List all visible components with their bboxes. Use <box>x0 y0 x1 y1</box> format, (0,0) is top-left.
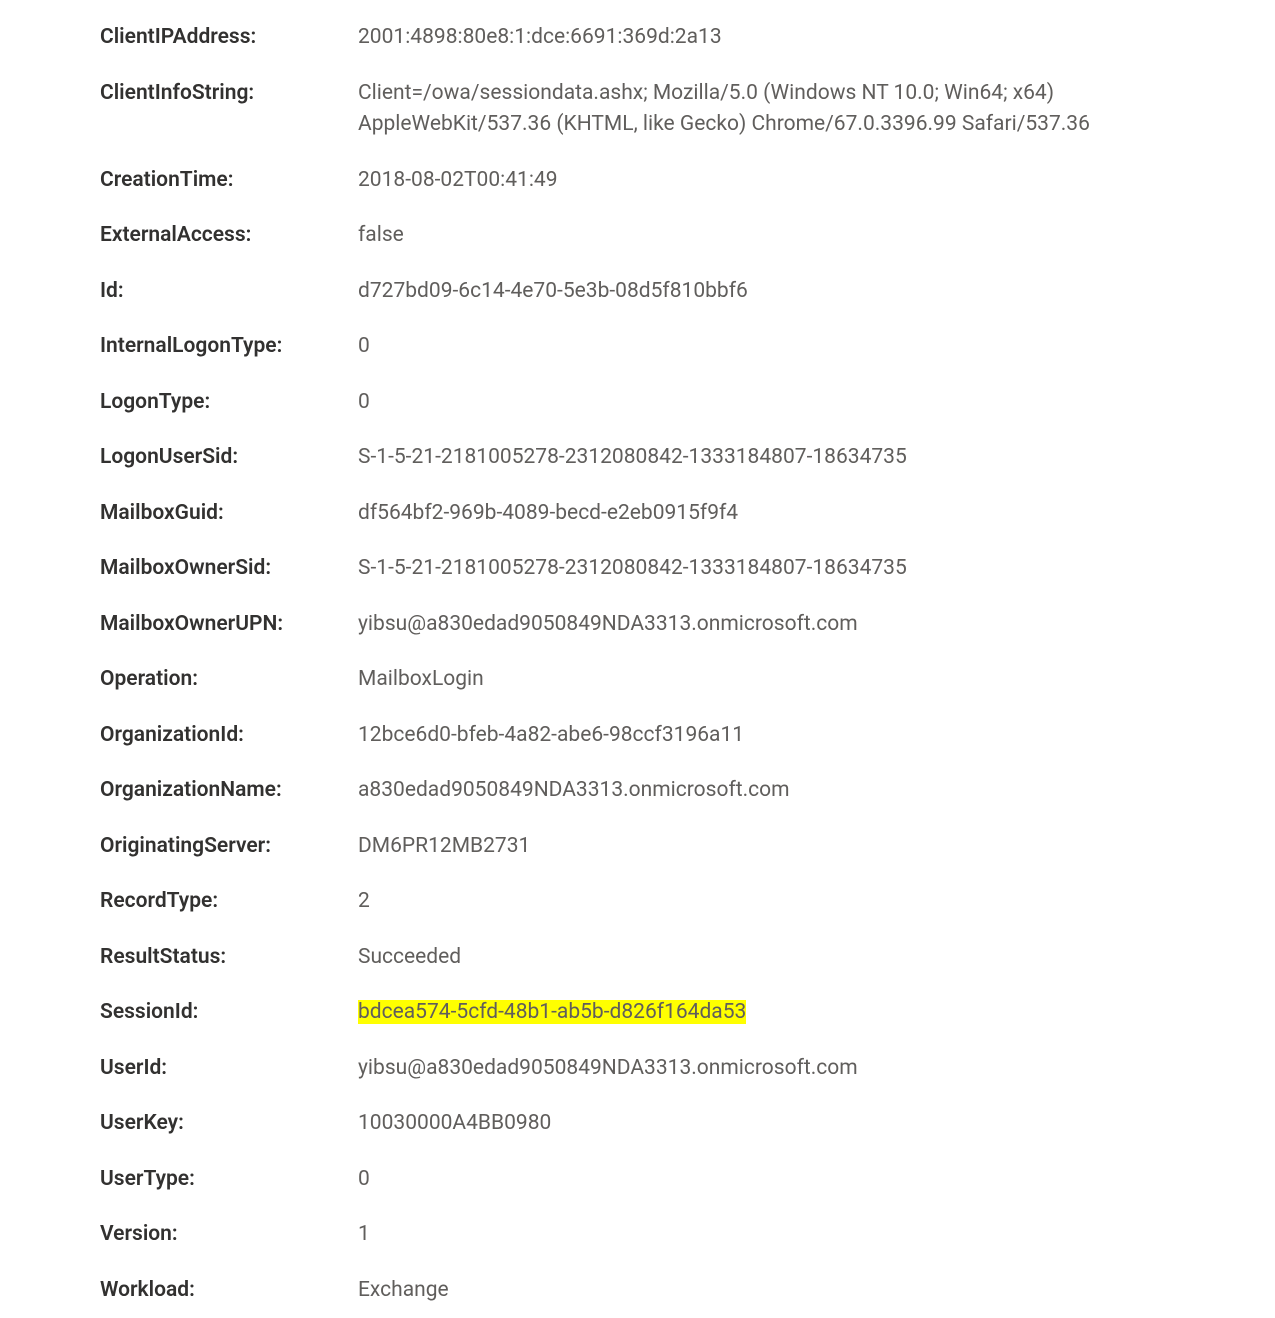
property-value: S-1-5-21-2181005278-2312080842-133318480… <box>358 553 1275 585</box>
property-value: 2001:4898:80e8:1:dce:6691:369d:2a13 <box>358 22 1275 54</box>
property-label: ClientInfoString: <box>100 78 358 108</box>
property-value: d727bd09-6c14-4e70-5e3b-08d5f810bbf6 <box>358 276 1275 308</box>
property-value: Succeeded <box>358 942 1275 974</box>
property-label: LogonType: <box>100 387 358 417</box>
property-label: OriginatingServer: <box>100 831 358 861</box>
property-row: ClientIPAddress:2001:4898:80e8:1:dce:669… <box>100 10 1275 66</box>
property-row: UserType:0 <box>100 1152 1275 1208</box>
property-row: ClientInfoString:Client=/owa/sessiondata… <box>100 66 1275 153</box>
property-row: Workload:Exchange <box>100 1263 1275 1318</box>
property-label: InternalLogonType: <box>100 331 358 361</box>
property-row: RecordType:2 <box>100 874 1275 930</box>
property-label: ClientIPAddress: <box>100 22 358 52</box>
highlighted-value: bdcea574-5cfd-48b1-ab5b-d826f164da53 <box>358 1000 746 1024</box>
property-value: 2 <box>358 886 1275 918</box>
property-row: ResultStatus:Succeeded <box>100 930 1275 986</box>
property-row: OrganizationId:12bce6d0-bfeb-4a82-abe6-9… <box>100 708 1275 764</box>
property-row: UserKey:10030000A4BB0980 <box>100 1096 1275 1152</box>
property-label: Id: <box>100 276 358 306</box>
property-label: CreationTime: <box>100 165 358 195</box>
property-value: bdcea574-5cfd-48b1-ab5b-d826f164da53 <box>358 997 1275 1029</box>
property-label: OrganizationId: <box>100 720 358 750</box>
property-label: Workload: <box>100 1275 358 1305</box>
property-label: MailboxOwnerUPN: <box>100 609 358 639</box>
property-label: RecordType: <box>100 886 358 916</box>
property-row: CreationTime:2018-08-02T00:41:49 <box>100 153 1275 209</box>
property-label: UserKey: <box>100 1108 358 1138</box>
property-row: SessionId:bdcea574-5cfd-48b1-ab5b-d826f1… <box>100 985 1275 1041</box>
property-label: Version: <box>100 1219 358 1249</box>
property-label: SessionId: <box>100 997 358 1027</box>
property-row: Operation:MailboxLogin <box>100 652 1275 708</box>
property-row: OriginatingServer:DM6PR12MB2731 <box>100 819 1275 875</box>
property-value: false <box>358 220 1275 252</box>
property-value: 1 <box>358 1219 1275 1251</box>
property-value: DM6PR12MB2731 <box>358 831 1275 863</box>
property-row: Id:d727bd09-6c14-4e70-5e3b-08d5f810bbf6 <box>100 264 1275 320</box>
property-row: MailboxOwnerUPN:yibsu@a830edad9050849NDA… <box>100 597 1275 653</box>
property-row: InternalLogonType:0 <box>100 319 1275 375</box>
property-label: UserType: <box>100 1164 358 1194</box>
property-row: MailboxGuid:df564bf2-969b-4089-becd-e2eb… <box>100 486 1275 542</box>
property-row: UserId:yibsu@a830edad9050849NDA3313.onmi… <box>100 1041 1275 1097</box>
property-label: MailboxGuid: <box>100 498 358 528</box>
property-value: MailboxLogin <box>358 664 1275 696</box>
property-value: 2018-08-02T00:41:49 <box>358 165 1275 197</box>
property-list: ClientIPAddress:2001:4898:80e8:1:dce:669… <box>0 0 1275 1318</box>
property-value: Exchange <box>358 1275 1275 1307</box>
property-value: df564bf2-969b-4089-becd-e2eb0915f9f4 <box>358 498 1275 530</box>
property-value: 12bce6d0-bfeb-4a82-abe6-98ccf3196a11 <box>358 720 1275 752</box>
property-value: a830edad9050849NDA3313.onmicrosoft.com <box>358 775 1275 807</box>
property-row: LogonType:0 <box>100 375 1275 431</box>
property-value: 0 <box>358 387 1275 419</box>
property-value: yibsu@a830edad9050849NDA3313.onmicrosoft… <box>358 1053 1275 1085</box>
property-value: Client=/owa/sessiondata.ashx; Mozilla/5.… <box>358 78 1275 141</box>
property-row: MailboxOwnerSid:S-1-5-21-2181005278-2312… <box>100 541 1275 597</box>
property-label: ExternalAccess: <box>100 220 358 250</box>
property-value: yibsu@a830edad9050849NDA3313.onmicrosoft… <box>358 609 1275 641</box>
property-label: ResultStatus: <box>100 942 358 972</box>
property-value: 10030000A4BB0980 <box>358 1108 1275 1140</box>
property-label: UserId: <box>100 1053 358 1083</box>
property-row: LogonUserSid:S-1-5-21-2181005278-2312080… <box>100 430 1275 486</box>
property-label: MailboxOwnerSid: <box>100 553 358 583</box>
property-value: S-1-5-21-2181005278-2312080842-133318480… <box>358 442 1275 474</box>
property-value: 0 <box>358 1164 1275 1196</box>
property-label: Operation: <box>100 664 358 694</box>
property-label: OrganizationName: <box>100 775 358 805</box>
property-row: ExternalAccess:false <box>100 208 1275 264</box>
property-row: Version:1 <box>100 1207 1275 1263</box>
property-row: OrganizationName:a830edad9050849NDA3313.… <box>100 763 1275 819</box>
property-value: 0 <box>358 331 1275 363</box>
property-label: LogonUserSid: <box>100 442 358 472</box>
